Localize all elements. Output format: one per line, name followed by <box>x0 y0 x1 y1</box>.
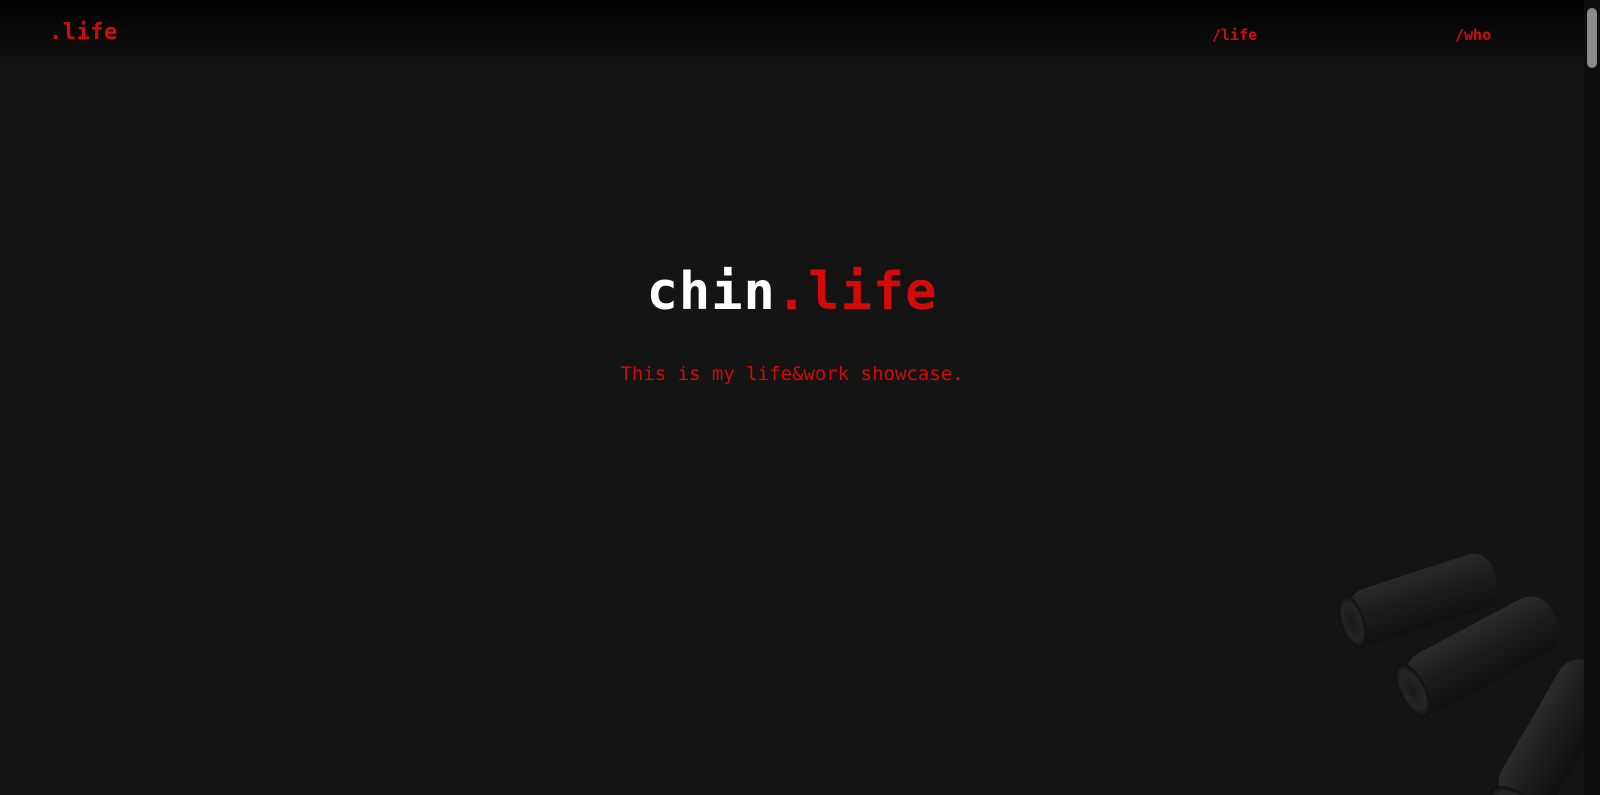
nav-link-who[interactable]: /who <box>1455 26 1491 44</box>
scrollbar-thumb[interactable] <box>1587 8 1597 68</box>
hero-title-main: chin <box>646 262 776 322</box>
hero-subtitle: This is my life&work showcase. <box>620 363 964 385</box>
top-navigation-bar: .life /life /who <box>0 0 1584 72</box>
hero-title: chin.life <box>0 262 1584 322</box>
page-scrollbar[interactable] <box>1584 0 1600 795</box>
brand-logo-link[interactable]: .life <box>49 20 118 45</box>
nav-link-life[interactable]: /life <box>1212 26 1257 44</box>
hero-title-accent: .life <box>775 262 938 322</box>
page: .life /life /who chin.life This is my li… <box>0 0 1600 795</box>
bullet-casings-image <box>1338 553 1584 795</box>
